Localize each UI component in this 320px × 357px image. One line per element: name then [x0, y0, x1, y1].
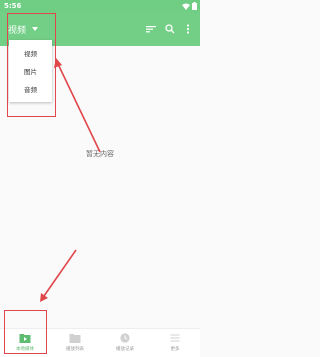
annotation-box-nav [4, 310, 47, 354]
status-icons [182, 2, 197, 10]
nav-item-playlist[interactable]: 播放列表 [50, 329, 100, 357]
history-icon [120, 333, 131, 343]
menu-icon [170, 333, 181, 343]
annotation-box-dropdown [7, 13, 56, 117]
status-bar: 5:56 [0, 0, 200, 12]
more-vert-icon[interactable] [182, 23, 194, 35]
folder-icon [69, 333, 81, 343]
battery-icon [192, 2, 197, 10]
wifi-icon [182, 3, 190, 10]
sort-icon[interactable] [145, 23, 157, 35]
nav-label: 更多 [170, 347, 180, 352]
nav-label: 播放列表 [66, 347, 84, 352]
empty-state-message: 暂无内容 [86, 150, 114, 158]
nav-item-more[interactable]: 更多 [150, 329, 200, 357]
status-time: 5:56 [4, 2, 22, 10]
search-icon[interactable] [164, 23, 176, 35]
nav-label: 播放记录 [116, 347, 134, 352]
nav-item-history[interactable]: 播放记录 [100, 329, 150, 357]
